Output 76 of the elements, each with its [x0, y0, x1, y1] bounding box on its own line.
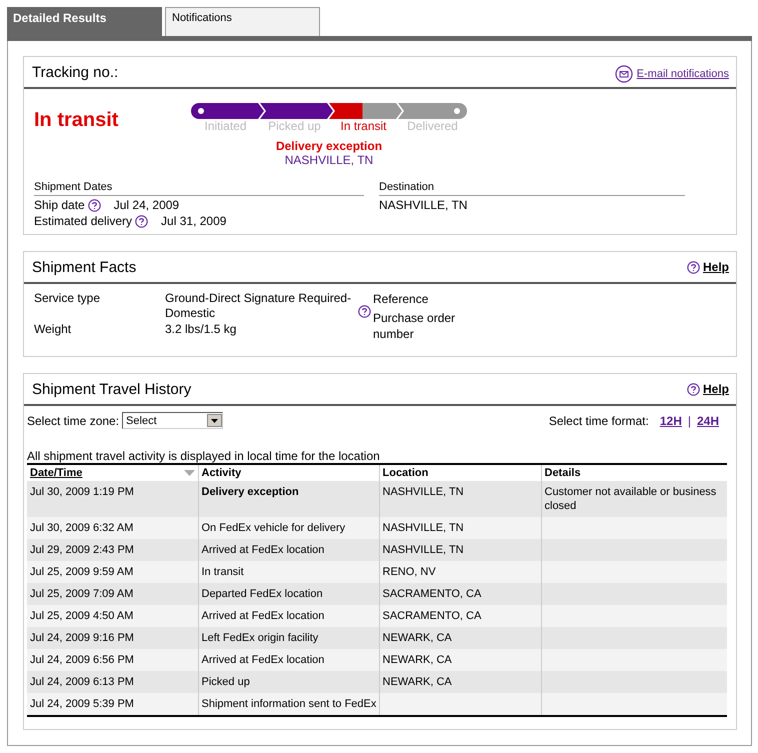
column-header: Details: [544, 467, 581, 479]
table-cell: Arrived at FedEx location: [202, 544, 324, 556]
caret-icon: [211, 418, 218, 422]
section-title: Shipment Facts: [32, 258, 136, 276]
table-cell: Jul 25, 2009 9:59 AM: [30, 566, 134, 578]
table-cell: Jul 24, 2009 6:13 PM: [30, 676, 134, 688]
table-cell: NASHVILLE, TN: [382, 522, 464, 534]
column-header: Activity: [202, 467, 242, 479]
table-cell: NASHVILLE, TN: [382, 544, 464, 556]
mail-icon[interactable]: [614, 65, 633, 83]
stage-label: Picked up: [267, 119, 322, 133]
note-text: All shipment travel activity is displayed in local time for the location: [27, 449, 381, 463]
table-cell: Jul 29, 2009 2:43 PM: [30, 544, 134, 556]
sortable-column-header[interactable]: Date/Time: [30, 467, 82, 479]
status-text: In transit: [34, 109, 120, 132]
table-cell: RENO, NV: [382, 566, 436, 578]
help-icon[interactable]: [686, 382, 700, 396]
time-zone-dropdown[interactable]: Select: [122, 412, 224, 429]
table-cell: On FedEx vehicle for delivery: [202, 522, 346, 534]
help-link[interactable]: Help: [684, 260, 729, 274]
help-icon[interactable]: [358, 305, 371, 318]
stage-label: Initiated: [203, 119, 248, 133]
table-cell: Departed FedEx location: [202, 588, 323, 600]
section-title: Shipment Travel History: [32, 380, 192, 398]
table-cell: Picked up: [202, 676, 250, 688]
table-cell: Jul 24, 2009 6:56 PM: [30, 654, 134, 666]
table-cell: NEWARK, CA: [382, 632, 452, 644]
time-format-label: Select time format:: [548, 414, 649, 428]
table-cell: Jul 30, 2009 1:19 PM: [30, 486, 134, 498]
fact-value: 3.2 lbs/1.5 kg: [165, 322, 236, 336]
table-cell: SACRAMENTO, CA: [382, 610, 482, 622]
separator-text: |: [688, 414, 691, 428]
date-label: Ship date: [34, 198, 85, 212]
reference-label: Reference: [373, 291, 430, 307]
exception-text: Delivery exception: [276, 139, 382, 153]
table-cell: Customer not available or business closed: [544, 486, 716, 512]
table-cell: Jul 25, 2009 4:50 AM: [30, 610, 134, 622]
column-heading: Shipment Dates: [34, 181, 364, 196]
help-link[interactable]: Help: [686, 382, 729, 396]
table-cell: NEWARK, CA: [382, 654, 452, 666]
table-cell: Arrived at FedEx location: [202, 610, 324, 622]
fact-value: Ground-Direct Signature Required-Domestic: [165, 291, 352, 321]
stage-label: Delivered: [406, 119, 459, 133]
column-heading: Destination: [379, 181, 685, 196]
table-cell: In transit: [202, 566, 244, 578]
time-format-link[interactable]: 12H: [660, 414, 682, 428]
table-cell: NASHVILLE, TN: [382, 486, 464, 498]
stage-label: In transit: [339, 119, 388, 133]
email-notifications-link[interactable]: E-mail notifications: [636, 68, 729, 80]
time-zone-label: Select time zone:: [27, 414, 120, 428]
table-cell: Jul 25, 2009 7:09 AM: [30, 588, 134, 600]
exception-location: NASHVILLE, TN: [284, 153, 374, 167]
date-value: Jul 24, 2009: [114, 198, 180, 212]
section-title: Tracking no.:: [32, 64, 118, 80]
date-label: Estimated delivery: [34, 214, 132, 228]
help-icon[interactable]: [88, 198, 101, 212]
help-icon[interactable]: [135, 214, 148, 228]
table-cell: SACRAMENTO, CA: [382, 588, 482, 600]
reference-label: Purchase order number: [373, 310, 456, 342]
table-cell: Shipment information sent to FedEx: [202, 698, 376, 710]
table-cell: Jul 24, 2009 5:39 PM: [30, 698, 134, 710]
table-cell: Arrived at FedEx location: [202, 654, 324, 666]
table-cell: Left FedEx origin facility: [202, 632, 318, 644]
destination-value: NASHVILLE, TN: [379, 198, 468, 212]
table-cell: Jul 24, 2009 9:16 PM: [30, 632, 134, 644]
time-format-link[interactable]: 24H: [696, 414, 719, 428]
date-value: Jul 31, 2009: [161, 214, 226, 228]
table-cell: Delivery exception: [202, 486, 299, 498]
table-cell: NEWARK, CA: [382, 676, 452, 688]
table-cell: Jul 30, 2009 6:32 AM: [30, 522, 134, 534]
tab[interactable]: Detailed Results: [7, 7, 162, 36]
fact-label: Service type: [34, 291, 102, 307]
fact-label: Weight: [34, 322, 72, 337]
tab[interactable]: Notifications: [165, 7, 320, 36]
column-header: Location: [382, 467, 428, 479]
help-icon[interactable]: [686, 260, 700, 274]
